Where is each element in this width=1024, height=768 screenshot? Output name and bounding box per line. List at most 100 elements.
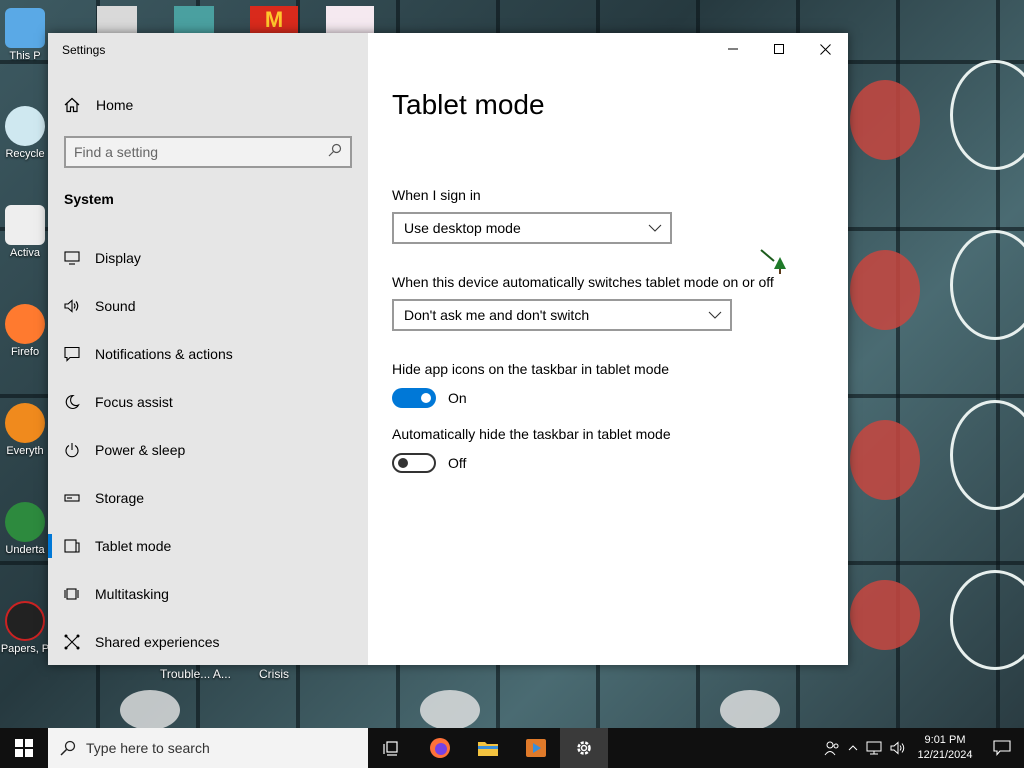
auto-hide-taskbar-toggle[interactable] bbox=[392, 453, 436, 473]
sign-in-dropdown[interactable]: Use desktop mode bbox=[392, 212, 672, 244]
firefox-icon bbox=[430, 738, 450, 758]
auto-switch-dropdown[interactable]: Don't ask me and don't switch bbox=[392, 299, 732, 331]
task-view-button[interactable] bbox=[368, 728, 416, 768]
desktop-icon-undertale[interactable]: Underta bbox=[0, 502, 50, 556]
taskbar: Type here to search 9:01 PM 12/21/2024 bbox=[0, 728, 1024, 768]
action-center-icon bbox=[993, 740, 1011, 756]
auto-hide-taskbar-row: Off bbox=[392, 453, 466, 473]
sidebar-item-multitasking[interactable]: Multitasking bbox=[48, 570, 368, 618]
desktop-icon-recycle-bin[interactable]: Recycle bbox=[0, 106, 50, 160]
desktop-icon-firefox[interactable]: Firefo bbox=[0, 304, 50, 358]
minimize-icon bbox=[728, 48, 738, 50]
auto-switch-label: When this device automatically switches … bbox=[392, 274, 774, 290]
auto-switch-dropdown-value: Don't ask me and don't switch bbox=[404, 307, 590, 323]
taskbar-file-explorer[interactable] bbox=[464, 728, 512, 768]
close-icon bbox=[819, 43, 831, 55]
sidebar-item-display[interactable]: Display bbox=[48, 234, 368, 282]
window-title: Settings bbox=[62, 43, 106, 57]
everything-search-icon bbox=[5, 403, 45, 443]
task-view-icon bbox=[383, 741, 398, 756]
window-controls bbox=[710, 33, 848, 65]
chevron-down-icon bbox=[648, 224, 662, 232]
sidebar-item-focus-assist[interactable]: Focus assist bbox=[48, 378, 368, 426]
storage-icon bbox=[64, 490, 80, 506]
home-icon bbox=[64, 97, 80, 113]
mcdonalds-logo-icon: M bbox=[250, 6, 298, 34]
desktop-icon-everything[interactable]: Everyth bbox=[0, 403, 50, 457]
desktop-icon-papers-please[interactable]: Papers, P bbox=[0, 601, 50, 655]
clock-date: 12/21/2024 bbox=[917, 749, 973, 761]
desktop-label-crisis[interactable]: Crisis bbox=[259, 667, 289, 681]
desktop-label-trouble[interactable]: Trouble... A... bbox=[160, 667, 231, 681]
search-icon bbox=[60, 740, 76, 756]
taskbar-settings[interactable] bbox=[560, 728, 608, 768]
desktop-icon-activate[interactable]: Activa bbox=[0, 205, 50, 259]
hide-app-icons-row: On bbox=[392, 388, 467, 408]
shared-experiences-icon bbox=[64, 634, 80, 650]
papers-please-icon bbox=[5, 601, 45, 641]
settings-window: Settings Home System Display Sound bbox=[48, 33, 848, 665]
network-icon bbox=[866, 741, 882, 755]
settings-content: Tablet mode When I sign in Use desktop m… bbox=[368, 33, 848, 665]
power-icon bbox=[64, 442, 80, 458]
network-button[interactable] bbox=[862, 728, 886, 768]
maximize-button[interactable] bbox=[756, 33, 802, 65]
recycle-bin-icon bbox=[5, 106, 45, 146]
firefox-icon bbox=[5, 304, 45, 344]
media-player-icon bbox=[526, 739, 546, 757]
hide-app-icons-state: On bbox=[448, 390, 467, 406]
monitor-icon bbox=[64, 250, 80, 266]
minimize-button[interactable] bbox=[710, 33, 756, 65]
document-icon bbox=[5, 205, 45, 245]
sidebar-item-power-sleep[interactable]: Power & sleep bbox=[48, 426, 368, 474]
sidebar-item-sound[interactable]: Sound bbox=[48, 282, 368, 330]
system-tray: 9:01 PM 12/21/2024 bbox=[820, 728, 1024, 768]
start-button[interactable] bbox=[0, 728, 48, 768]
clock[interactable]: 9:01 PM 12/21/2024 bbox=[910, 733, 980, 763]
find-setting-input[interactable] bbox=[74, 144, 328, 160]
computer-icon bbox=[5, 8, 45, 48]
sidebar-item-notifications[interactable]: Notifications & actions bbox=[48, 330, 368, 378]
windows-logo-icon bbox=[15, 739, 33, 757]
taskbar-search-placeholder: Type here to search bbox=[86, 740, 210, 756]
sign-in-dropdown-value: Use desktop mode bbox=[404, 220, 521, 236]
maximize-icon bbox=[774, 44, 784, 54]
undertale-icon bbox=[5, 502, 45, 542]
clock-time: 9:01 PM bbox=[924, 734, 966, 746]
sign-in-label: When I sign in bbox=[392, 187, 481, 203]
speaker-icon bbox=[890, 741, 905, 755]
settings-sidebar: Settings Home System Display Sound bbox=[48, 33, 368, 665]
show-hidden-icons-button[interactable] bbox=[844, 728, 862, 768]
tablet-icon bbox=[64, 538, 80, 554]
people-button[interactable] bbox=[820, 728, 844, 768]
sidebar-item-tablet-mode[interactable]: Tablet mode bbox=[48, 522, 368, 570]
search-icon[interactable] bbox=[328, 143, 342, 162]
sidebar-item-shared-experiences[interactable]: Shared experiences bbox=[48, 618, 368, 666]
action-center-button[interactable] bbox=[980, 728, 1024, 768]
hide-app-icons-toggle[interactable] bbox=[392, 388, 436, 408]
close-button[interactable] bbox=[802, 33, 848, 65]
hide-app-icons-label: Hide app icons on the taskbar in tablet … bbox=[392, 361, 670, 377]
auto-hide-taskbar-state: Off bbox=[448, 455, 467, 471]
people-icon bbox=[824, 741, 839, 756]
mouse-cursor-icon bbox=[760, 249, 786, 274]
gear-icon bbox=[577, 741, 591, 755]
chevron-up-icon bbox=[848, 745, 858, 751]
moon-icon bbox=[64, 394, 80, 410]
chevron-down-icon bbox=[708, 311, 722, 319]
system-nav: Display Sound Notifications & actions Fo… bbox=[48, 234, 368, 666]
page-title: Tablet mode bbox=[392, 89, 545, 120]
folder-icon bbox=[478, 742, 498, 756]
taskbar-search-box[interactable]: Type here to search bbox=[48, 728, 368, 768]
home-link[interactable]: Home bbox=[64, 97, 133, 113]
speaker-icon bbox=[64, 298, 80, 314]
taskbar-media-player[interactable] bbox=[512, 728, 560, 768]
volume-button[interactable] bbox=[886, 728, 910, 768]
sidebar-item-storage[interactable]: Storage bbox=[48, 474, 368, 522]
notifications-icon bbox=[64, 346, 80, 362]
taskbar-firefox[interactable] bbox=[416, 728, 464, 768]
desktop-icon-this-pc[interactable]: This P bbox=[0, 8, 50, 62]
section-title-system: System bbox=[64, 191, 114, 207]
multitasking-icon bbox=[64, 586, 80, 602]
find-setting-search[interactable] bbox=[64, 136, 352, 168]
